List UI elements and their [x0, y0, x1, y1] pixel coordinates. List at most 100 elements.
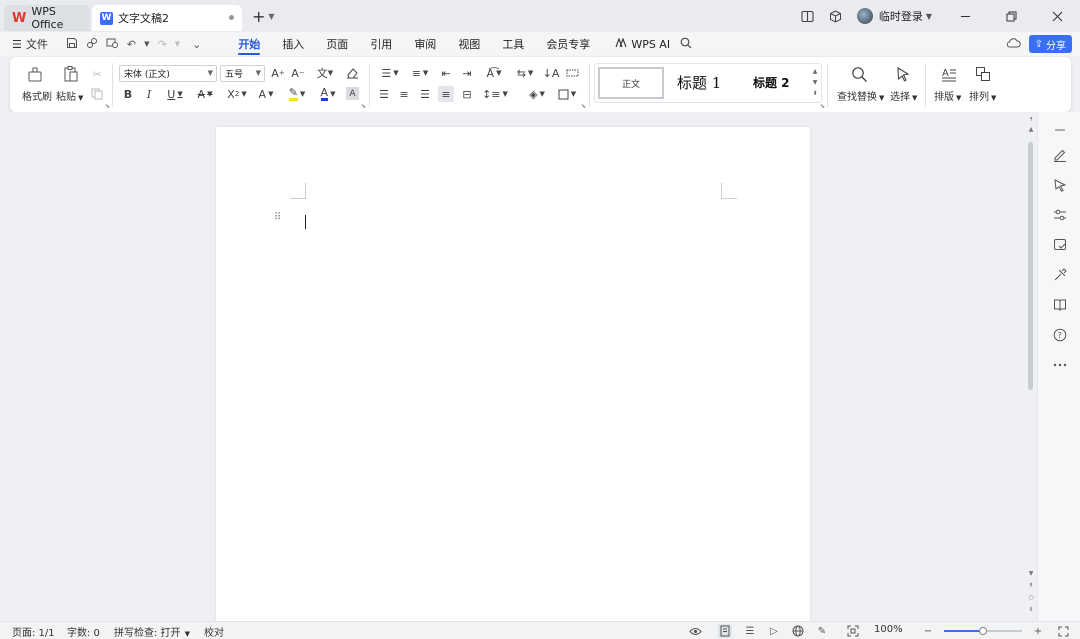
increase-font-icon[interactable]: A + [270, 65, 286, 81]
eye-protection-icon[interactable] [688, 624, 702, 638]
dialog-launcher-icon[interactable]: ⬊ [820, 103, 825, 110]
close-button[interactable] [1034, 0, 1080, 32]
distributed-align-icon[interactable]: ⊟ [459, 86, 475, 102]
strikethrough-icon[interactable]: A ▼ [193, 86, 217, 102]
numbered-list-icon[interactable]: ≡ ▼ [407, 65, 433, 81]
tab-insert[interactable]: 插入 [271, 32, 315, 56]
document-canvas[interactable]: ⠿ [0, 112, 1037, 621]
zoom-slider[interactable] [944, 627, 1022, 635]
layout-icon[interactable]: A [938, 63, 960, 85]
align-right-icon[interactable]: ☰ [417, 86, 433, 102]
shading-icon[interactable]: ◈ ▼ [524, 86, 550, 102]
find-replace-button[interactable]: 查找替换 ▼ [837, 88, 884, 103]
clear-format-icon[interactable] [344, 65, 360, 81]
bold-icon[interactable]: B [120, 86, 136, 102]
tab-tools[interactable]: 工具 [491, 32, 535, 56]
writing-mode-icon[interactable]: ✎ [815, 624, 829, 638]
underline-icon[interactable]: U ▼ [163, 86, 187, 102]
layout-toggle-icon[interactable] [797, 5, 819, 27]
share-button[interactable]: ⇪ 分享 [1028, 35, 1072, 53]
drag-handle-icon[interactable]: ⠿ [274, 213, 281, 223]
book-icon[interactable] [1051, 296, 1069, 314]
fit-page-icon[interactable] [846, 624, 860, 638]
minimize-button[interactable] [942, 0, 988, 32]
new-tab-button[interactable]: + ▼ [252, 7, 275, 26]
zoom-slider-knob[interactable] [979, 627, 987, 635]
outline-view-icon[interactable]: ☰ [743, 624, 757, 638]
highlight-icon[interactable]: ✎ ▼ [284, 86, 310, 102]
restore-button[interactable] [988, 0, 1034, 32]
web-view-icon[interactable] [791, 624, 805, 638]
print-preview-icon[interactable] [106, 37, 119, 52]
customize-toolbar-icon[interactable]: ⌄ [192, 38, 201, 51]
proofread-button[interactable]: 校对 [204, 624, 224, 639]
search-icon[interactable] [680, 37, 692, 52]
expand-gallery-icon[interactable]: ⬍ [811, 88, 819, 99]
zoom-out-icon[interactable]: − [921, 624, 935, 638]
decrease-indent-icon[interactable]: ⇤ [438, 65, 454, 81]
phonetic-guide-icon[interactable]: 文 ▼ [312, 65, 338, 81]
cloud-sync-icon[interactable] [1006, 37, 1021, 52]
chevron-down-icon[interactable]: ▼ [144, 40, 149, 48]
paste-button[interactable]: 粘贴 ▼ [56, 88, 83, 103]
word-count[interactable]: 字数: 0 [67, 624, 100, 639]
wps-ai-button[interactable]: WPS AI [615, 36, 670, 51]
tools-icon[interactable] [1051, 266, 1069, 284]
text-effect-icon[interactable]: A ▼ [254, 86, 278, 102]
page-count[interactable]: 页面: 1/1 [12, 624, 55, 639]
cut-icon[interactable]: ✂ [88, 65, 106, 83]
select-icon[interactable] [892, 63, 914, 85]
line-spacing-icon[interactable]: ↕≡ ▼ [482, 86, 508, 102]
align-left-icon[interactable]: ☰ [376, 86, 392, 102]
style-heading-2[interactable]: 标题 2 [753, 74, 790, 91]
chevron-up-icon[interactable]: ▲ [811, 66, 819, 77]
font-name-select[interactable]: 宋体 (正文) ▼ [119, 65, 217, 82]
chevron-down-icon[interactable]: ▼ [811, 77, 819, 88]
align-center-icon[interactable]: ≡ [396, 86, 412, 102]
border-icon[interactable]: ▼ [554, 86, 580, 102]
page-view-icon[interactable] [718, 624, 732, 638]
scrollbar-thumb[interactable] [1028, 142, 1033, 390]
vertical-scrollbar[interactable]: ⯭ ▲ ▼ ⇞ ○ ⇟ [1025, 112, 1037, 621]
tab-wps-office[interactable]: W WPS Office [4, 5, 90, 31]
fullscreen-icon[interactable] [1056, 624, 1070, 638]
dialog-launcher-icon[interactable]: ⬊ [361, 103, 366, 110]
tab-member[interactable]: 会员专享 [535, 32, 601, 56]
play-icon[interactable]: ▷ [767, 624, 781, 638]
scroll-up-icon[interactable]: ▲ [1027, 126, 1035, 134]
next-page-icon[interactable]: ⇟ [1027, 606, 1035, 614]
save-icon[interactable] [66, 37, 78, 52]
scroll-down-icon[interactable]: ▼ [1027, 570, 1035, 578]
sort-icon[interactable]: ↓A [543, 65, 560, 81]
link-icon[interactable] [86, 37, 98, 52]
decrease-font-icon[interactable]: A − [290, 65, 306, 81]
tab-page[interactable]: 页面 [315, 32, 359, 56]
select-button[interactable]: 选择 ▼ [890, 88, 917, 103]
help-icon[interactable]: ? [1051, 326, 1069, 344]
arrange-button[interactable]: 排列 ▼ [969, 88, 996, 103]
tab-view[interactable]: 视图 [447, 32, 491, 56]
file-menu[interactable]: ☰ 文件 [12, 36, 48, 52]
spellcheck-toggle[interactable]: 拼写检查: 打开 ▼ [114, 624, 190, 639]
scroll-top-icon[interactable]: ⯭ [1027, 116, 1035, 124]
tab-references[interactable]: 引用 [359, 32, 403, 56]
find-replace-icon[interactable] [848, 63, 870, 85]
tab-review[interactable]: 审阅 [403, 32, 447, 56]
chevron-down-icon[interactable]: ▼ [175, 40, 180, 48]
collapse-panel-icon[interactable] [1051, 121, 1069, 139]
style-heading-1[interactable]: 标题 1 [677, 72, 721, 93]
char-shading-icon[interactable]: A [346, 87, 359, 100]
show-marks-icon[interactable] [564, 65, 580, 81]
zoom-in-icon[interactable]: + [1031, 624, 1045, 638]
select-browse-object-icon[interactable]: ○ [1027, 594, 1035, 602]
format-painter-icon[interactable] [24, 64, 46, 84]
bullet-list-icon[interactable]: ☰ ▼ [377, 65, 403, 81]
sliders-icon[interactable] [1051, 206, 1069, 224]
previous-page-icon[interactable]: ⇞ [1027, 582, 1035, 590]
justify-icon[interactable]: ≡ [438, 86, 454, 102]
unsaved-dot-icon[interactable] [229, 15, 234, 20]
italic-icon[interactable]: I [141, 86, 157, 102]
arrange-icon[interactable] [972, 63, 994, 85]
more-icon[interactable] [1051, 356, 1069, 374]
superscript-icon[interactable]: X 2 ▼ [223, 86, 251, 102]
